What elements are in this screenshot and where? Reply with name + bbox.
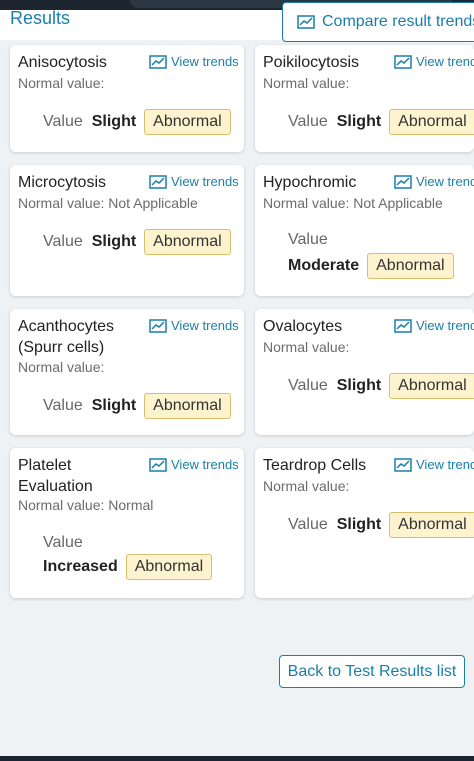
- result-value: Slight: [336, 377, 382, 394]
- result-value: Slight: [91, 233, 137, 250]
- result-value: Slight: [336, 113, 382, 130]
- view-trends-link[interactable]: View trends: [394, 54, 474, 69]
- status-badge: Abnormal: [389, 512, 474, 538]
- view-trends-label: View trends: [171, 174, 239, 189]
- view-trends-label: View trends: [171, 457, 239, 472]
- status-badge: Abnormal: [144, 229, 231, 255]
- value-row: Increased Abnormal: [43, 554, 213, 580]
- value-label: Value: [43, 534, 83, 551]
- result-card-hypochromic: Hypochromic View trends Normal value: No…: [255, 165, 474, 296]
- value-row: Value Slight Abnormal: [288, 373, 474, 399]
- card-title: Teardrop Cells: [263, 457, 367, 474]
- result-card-poikilocytosis: Poikilocytosis View trends Normal value:…: [255, 45, 474, 152]
- result-card-platelet-evaluation: Platelet Evaluation View trends Normal v…: [10, 448, 244, 598]
- trend-chart-icon: [394, 54, 412, 69]
- trend-chart-icon: [297, 15, 315, 29]
- value-label: Value: [288, 516, 328, 533]
- value-label: Value: [288, 377, 328, 394]
- result-value: Moderate: [288, 257, 360, 274]
- view-trends-link[interactable]: View trends: [149, 54, 239, 69]
- view-trends-link[interactable]: View trends: [149, 457, 239, 472]
- normal-value: Normal value:: [18, 75, 105, 91]
- normal-value: Normal value:: [263, 478, 350, 494]
- normal-value: Normal value: Not Applicable: [18, 195, 198, 211]
- view-trends-label: View trends: [416, 54, 474, 69]
- status-badge: Abnormal: [367, 253, 454, 279]
- result-card-ovalocytes: Ovalocytes View trends Normal value: Val…: [255, 309, 474, 435]
- view-trends-link[interactable]: View trends: [394, 174, 474, 189]
- view-trends-label: View trends: [416, 174, 474, 189]
- view-trends-label: View trends: [171, 54, 239, 69]
- result-card-microcytosis: Microcytosis View trends Normal value: N…: [10, 165, 244, 296]
- trend-chart-icon: [394, 457, 412, 472]
- trend-chart-icon: [149, 318, 167, 333]
- value-row: Value Slight Abnormal: [43, 229, 231, 255]
- value-row: Moderate Abnormal: [288, 253, 454, 279]
- view-trends-label: View trends: [416, 457, 474, 472]
- trend-chart-icon: [149, 457, 167, 472]
- value-row: Value Slight Abnormal: [43, 109, 231, 135]
- card-title: Anisocytosis: [18, 54, 107, 71]
- result-value: Slight: [91, 397, 137, 414]
- value-label: Value: [288, 113, 328, 130]
- result-value: Slight: [91, 113, 137, 130]
- result-value: Slight: [336, 516, 382, 533]
- value-row: Value Slight Abnormal: [43, 393, 231, 419]
- view-trends-link[interactable]: View trends: [394, 318, 474, 333]
- result-value: Increased: [43, 558, 118, 575]
- trend-chart-icon: [394, 318, 412, 333]
- value-row: Value Slight Abnormal: [288, 109, 474, 135]
- normal-value: Normal value:: [18, 359, 105, 375]
- value-label: Value: [288, 231, 328, 248]
- card-title: Platelet Evaluation: [18, 457, 93, 495]
- normal-value: Normal value:: [263, 75, 350, 91]
- status-badge: Abnormal: [144, 393, 231, 419]
- result-card-anisocytosis: Anisocytosis View trends Normal value: V…: [10, 45, 244, 152]
- bottom-bar: [0, 756, 474, 761]
- card-title: Microcytosis: [18, 174, 107, 191]
- normal-value: Normal value: Normal: [18, 497, 154, 513]
- value-label: Value: [43, 233, 83, 250]
- page-title: Results: [10, 8, 71, 28]
- compare-result-trends-button[interactable]: Compare result trends: [282, 2, 474, 42]
- view-trends-link[interactable]: View trends: [149, 318, 239, 333]
- trend-chart-icon: [149, 54, 167, 69]
- status-badge: Abnormal: [144, 109, 231, 135]
- card-title: Ovalocytes: [263, 318, 343, 335]
- value-label: Value: [43, 397, 83, 414]
- value-row: Value Slight Abnormal: [288, 512, 474, 538]
- value-label: Value: [43, 113, 83, 130]
- view-trends-link[interactable]: View trends: [394, 457, 474, 472]
- view-trends-label: View trends: [171, 318, 239, 333]
- trend-chart-icon: [149, 174, 167, 189]
- compare-label: Compare result trends: [322, 13, 474, 30]
- trend-chart-icon: [394, 174, 412, 189]
- back-to-test-results-button[interactable]: Back to Test Results list: [279, 655, 465, 688]
- status-badge: Abnormal: [125, 554, 213, 580]
- results-header: Results Compare result trends: [0, 2, 474, 42]
- card-title: Acanthocytes (Spurr cells): [18, 318, 115, 356]
- view-trends-label: View trends: [416, 318, 474, 333]
- result-card-acanthocytes: Acanthocytes (Spurr cells) View trends N…: [10, 309, 244, 435]
- card-title: Hypochromic: [263, 174, 357, 191]
- status-badge: Abnormal: [389, 373, 474, 399]
- status-badge: Abnormal: [389, 109, 474, 135]
- normal-value: Normal value:: [263, 339, 350, 355]
- card-title: Poikilocytosis: [263, 54, 360, 71]
- view-trends-link[interactable]: View trends: [149, 174, 239, 189]
- result-card-teardrop-cells: Teardrop Cells View trends Normal value:…: [255, 448, 474, 598]
- normal-value: Normal value: Not Applicable: [263, 195, 443, 211]
